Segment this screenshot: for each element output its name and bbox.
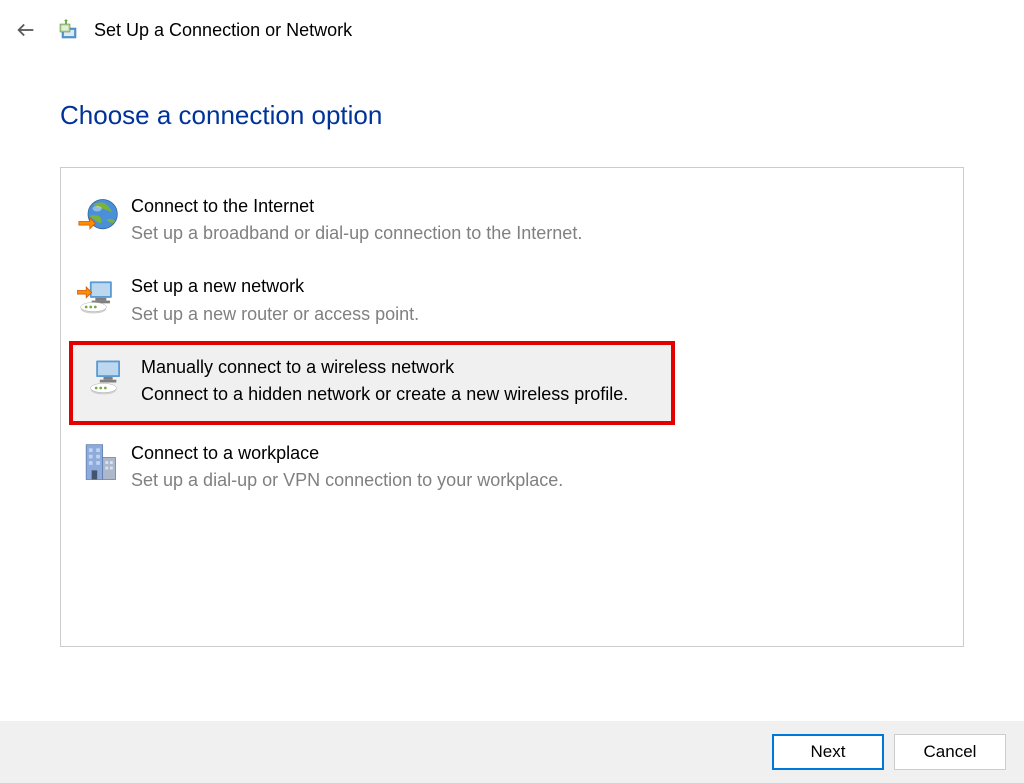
option-desc: Set up a broadband or dial-up connection… xyxy=(131,221,949,246)
wizard-footer: Next Cancel xyxy=(0,721,1024,783)
window-title: Set Up a Connection or Network xyxy=(94,20,352,41)
wizard-header: Set Up a Connection or Network xyxy=(0,0,1024,60)
wireless-icon xyxy=(85,353,133,401)
network-setup-icon xyxy=(58,18,82,42)
option-desc: Set up a new router or access point. xyxy=(131,302,949,327)
router-icon xyxy=(75,272,123,320)
option-workplace[interactable]: Connect to a workplace Set up a dial-up … xyxy=(61,429,963,503)
option-desc: Set up a dial-up or VPN connection to yo… xyxy=(131,468,949,493)
page-heading: Choose a connection option xyxy=(60,100,964,131)
option-setup-network[interactable]: Set up a new network Set up a new router… xyxy=(61,262,963,336)
globe-icon xyxy=(75,192,123,240)
next-button[interactable]: Next xyxy=(772,734,884,770)
option-title: Connect to the Internet xyxy=(131,194,949,219)
options-listbox: Connect to the Internet Set up a broadba… xyxy=(60,167,964,647)
back-button[interactable] xyxy=(14,18,38,42)
building-icon xyxy=(75,439,123,487)
wizard-content: Choose a connection option Connect to th… xyxy=(0,100,1024,647)
option-title: Manually connect to a wireless network xyxy=(141,355,659,380)
option-manual-wireless[interactable]: Manually connect to a wireless network C… xyxy=(71,343,673,423)
option-title: Set up a new network xyxy=(131,274,949,299)
cancel-button[interactable]: Cancel xyxy=(894,734,1006,770)
option-connect-internet[interactable]: Connect to the Internet Set up a broadba… xyxy=(61,182,963,256)
option-desc: Connect to a hidden network or create a … xyxy=(141,382,659,407)
option-title: Connect to a workplace xyxy=(131,441,949,466)
